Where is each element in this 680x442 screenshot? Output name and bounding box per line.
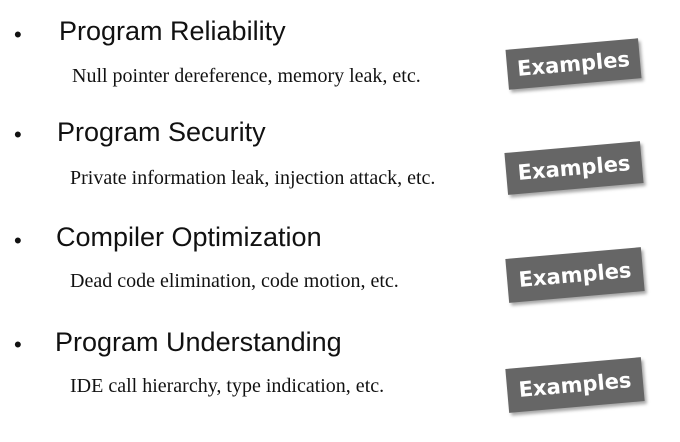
bullet-icon: •	[14, 122, 22, 147]
item-description: Private information leak, injection atta…	[70, 167, 436, 189]
list-item-program-understanding: • Program Understanding IDE call hierarc…	[0, 315, 680, 415]
examples-button[interactable]: Examples	[505, 357, 645, 413]
item-title: Program Reliability	[59, 16, 286, 46]
item-description: Dead code elimination, code motion, etc.	[70, 270, 399, 292]
item-title: Program Security	[57, 117, 266, 147]
item-title: Program Understanding	[55, 327, 342, 357]
examples-button[interactable]: Examples	[505, 247, 645, 303]
bullet-icon: •	[14, 228, 22, 253]
list-item-compiler-optimization: • Compiler Optimization Dead code elimin…	[0, 208, 680, 308]
examples-button[interactable]: Examples	[505, 38, 642, 90]
item-title: Compiler Optimization	[56, 222, 322, 252]
item-description: IDE call hierarchy, type indication, etc…	[70, 375, 385, 397]
bullet-icon: •	[14, 332, 22, 357]
list-item-program-security: • Program Security Private information l…	[0, 103, 680, 203]
list-item-program-reliability: • Program Reliability Null pointer deref…	[0, 0, 680, 100]
item-description: Null pointer dereference, memory leak, e…	[72, 65, 421, 87]
bullet-icon: •	[14, 22, 22, 47]
examples-button[interactable]: Examples	[504, 141, 644, 195]
